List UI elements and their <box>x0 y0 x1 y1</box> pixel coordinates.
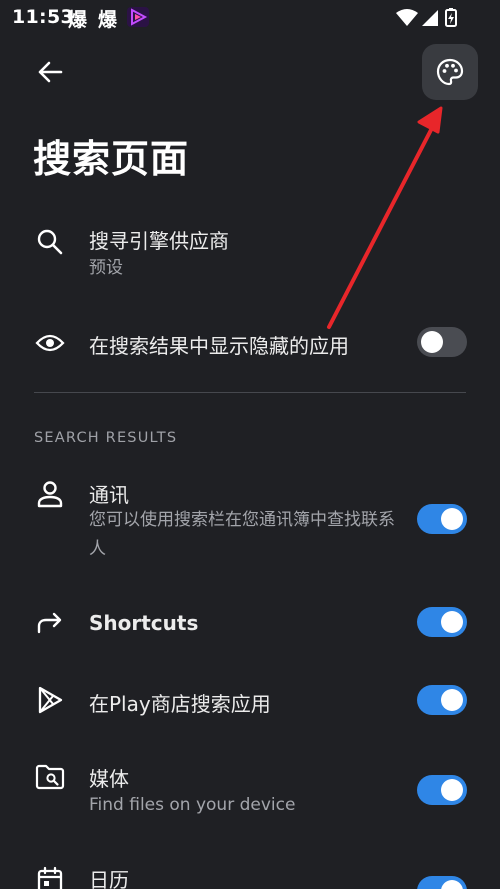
media-toggle[interactable] <box>417 775 467 805</box>
calendar-toggle[interactable] <box>417 876 467 889</box>
play-store-result-setting[interactable]: 在Play商店搜索应用 <box>0 683 500 717</box>
eye-icon <box>34 327 66 359</box>
play-store-title: 在Play商店搜索应用 <box>89 692 271 716</box>
contacts-result-setting[interactable]: 通讯 您可以使用搜索栏在您通讯簿中查找联系人 <box>0 476 500 566</box>
wifi-icon <box>396 9 418 26</box>
app-notification-icon <box>127 7 149 27</box>
status-indicators <box>396 8 466 27</box>
signal-icon <box>422 10 438 26</box>
show-hidden-apps-setting[interactable]: 在搜索结果中显示隐藏的应用 <box>0 324 500 362</box>
search-icon <box>34 226 66 258</box>
notification-icon: 爆 <box>98 9 118 31</box>
shortcuts-title: Shortcuts <box>89 611 199 635</box>
shortcuts-toggle[interactable] <box>417 607 467 637</box>
status-time: 11:53 <box>12 6 74 28</box>
media-title: 媒体 <box>89 767 129 791</box>
divider <box>34 392 466 393</box>
calendar-result-setting[interactable]: 日历 <box>0 862 500 889</box>
media-result-setting[interactable]: 媒体 Find files on your device <box>0 760 500 822</box>
person-icon <box>34 478 66 510</box>
shortcuts-result-setting[interactable]: Shortcuts <box>0 606 500 640</box>
contacts-title: 通讯 <box>89 483 129 507</box>
section-header-search-results: SEARCH RESULTS <box>34 430 178 446</box>
notification-icon: 爆 <box>68 9 88 31</box>
back-button[interactable] <box>30 52 70 92</box>
theme-palette-button[interactable] <box>422 44 478 100</box>
search-settings-screen: 11:53 爆 爆 搜索页面 搜寻引擎供应商 预设 在搜索结果中显示隐藏的应用 … <box>0 0 500 889</box>
media-description: Find files on your device <box>89 795 296 815</box>
search-engine-value: 预设 <box>89 258 123 278</box>
search-engine-setting[interactable]: 搜寻引擎供应商 预设 <box>0 222 500 290</box>
folder-search-icon <box>34 761 66 793</box>
contacts-description: 您可以使用搜索栏在您通讯簿中查找联系人 <box>89 510 395 559</box>
play-store-icon <box>34 684 66 716</box>
search-engine-title: 搜寻引擎供应商 <box>89 229 229 253</box>
play-store-toggle[interactable] <box>417 685 467 715</box>
contacts-toggle[interactable] <box>417 504 467 534</box>
calendar-title: 日历 <box>89 868 129 889</box>
share-arrow-icon <box>34 607 66 639</box>
status-bar: 11:53 爆 爆 <box>0 0 500 34</box>
palette-icon <box>436 58 464 86</box>
page-title: 搜索页面 <box>33 137 190 181</box>
arrow-left-icon <box>38 61 63 83</box>
show-hidden-apps-toggle[interactable] <box>417 327 467 357</box>
show-hidden-apps-title: 在搜索结果中显示隐藏的应用 <box>89 334 349 358</box>
calendar-icon <box>34 864 66 889</box>
battery-icon <box>445 8 457 27</box>
